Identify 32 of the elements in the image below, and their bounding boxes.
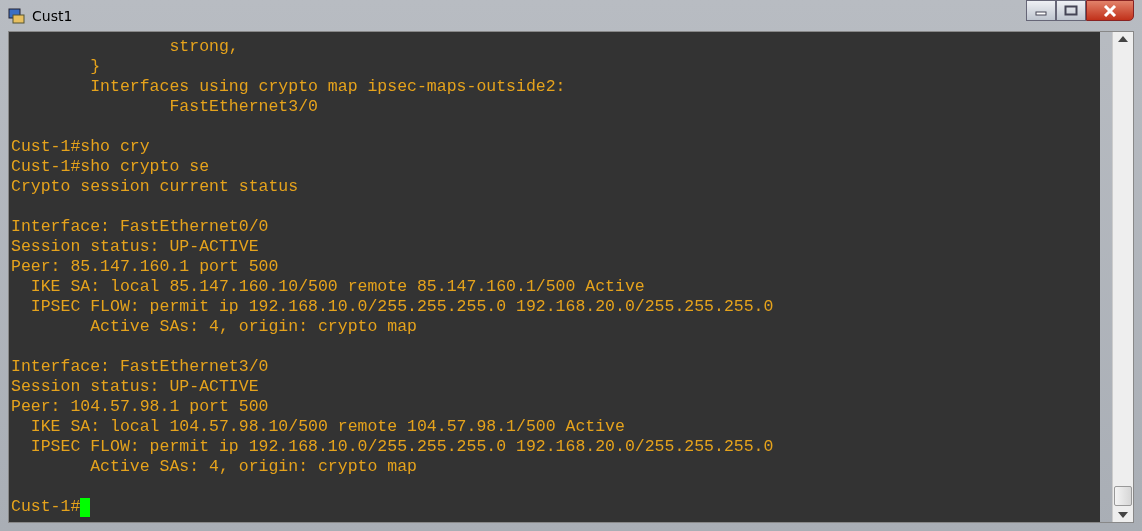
scroll-thumb[interactable] [1114,486,1132,506]
computer-icon [8,6,26,25]
terminal-line: Session status: UP-ACTIVE [11,377,260,397]
terminal-line: Cust-1#sho crypto se [11,157,211,177]
terminal-line: Crypto session current status [11,177,300,197]
terminal-line: Active SAs: 4, origin: crypto map [89,317,418,337]
close-button[interactable] [1086,0,1134,21]
scrollbar[interactable] [1112,32,1133,522]
terminal-line: Peer: 104.57.98.1 port 500 [11,397,270,417]
text-cursor [80,497,91,517]
terminal-line: IKE SA: local 104.57.98.10/500 remote 104.57.98.1/500 Active [29,417,626,437]
terminal-line: FastEthernet3/0 [168,97,319,117]
terminal-line: Interface: FastEthernet3/0 [11,357,270,377]
terminal-line: Active SAs: 4, origin: crypto map [89,457,418,477]
window-title: Cust1 [32,7,73,24]
terminal-line: IPSEC FLOW: permit ip 192.168.10.0/255.255.255.0 192.168.20.0/255.255.255.0 [29,437,775,457]
close-icon [1102,4,1118,17]
terminal-line: Cust-1#sho cry [11,137,151,157]
scroll-up-icon[interactable] [1118,36,1128,42]
scroll-down-icon[interactable] [1118,512,1128,518]
maximize-icon [1064,5,1078,16]
terminal-line: Interface: FastEthernet0/0 [11,217,270,237]
terminal-line: } [89,57,102,77]
maximize-button[interactable] [1056,0,1086,21]
terminal-line: Peer: 85.147.160.1 port 500 [11,257,280,277]
terminal-line: IKE SA: local 85.147.160.10/500 remote 85.147.160.1/500 Active [29,277,646,297]
command-prompt: Cust-1# [11,497,81,517]
terminal-line: IPSEC FLOW: permit ip 192.168.10.0/255.255.255.0 192.168.20.0/255.255.255.0 [29,297,775,317]
terminal-line: strong, [168,37,240,57]
terminal-line: Session status: UP-ACTIVE [11,237,260,257]
terminal-line: Interfaces using crypto map ipsec-maps-outside2: [89,77,567,97]
minimize-button[interactable] [1026,0,1056,21]
